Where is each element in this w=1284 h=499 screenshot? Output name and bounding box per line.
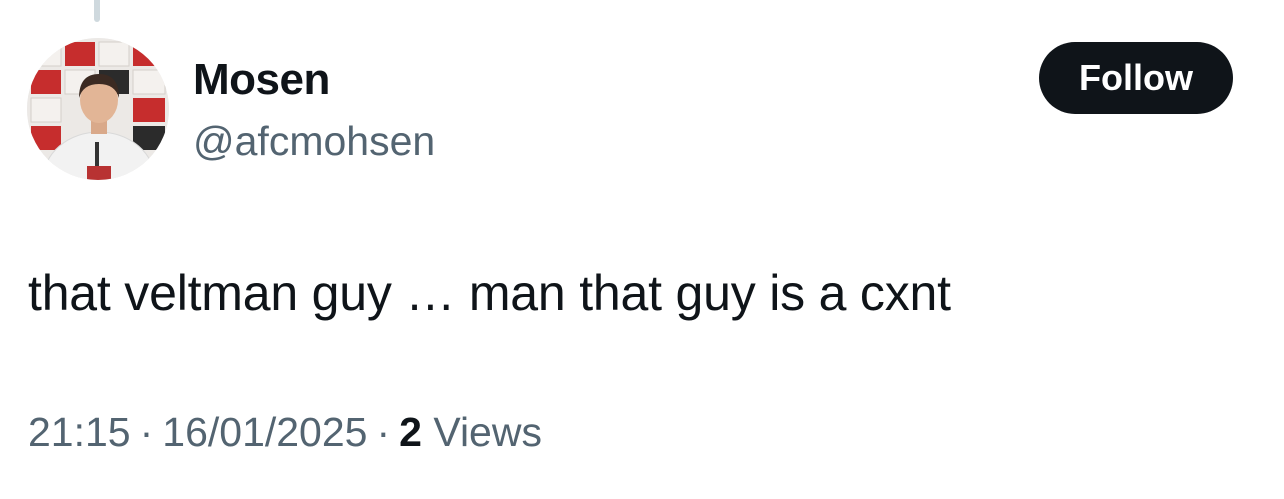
profile-photo-icon bbox=[27, 38, 169, 180]
tweet-meta: 21:15 · 16/01/2025 · 2 Views bbox=[28, 404, 542, 460]
meta-separator: · bbox=[139, 409, 154, 455]
tweet-date[interactable]: 16/01/2025 bbox=[162, 409, 367, 455]
tweet-time[interactable]: 21:15 bbox=[28, 409, 131, 455]
follow-button[interactable]: Follow bbox=[1039, 42, 1233, 114]
views-count: 2 bbox=[399, 409, 422, 455]
tweet-text: that veltman guy … man that guy is a cxn… bbox=[28, 265, 951, 321]
thread-connector-line bbox=[94, 0, 100, 22]
views-label: Views bbox=[433, 409, 542, 455]
author-handle[interactable]: @afcmohsen bbox=[193, 113, 435, 169]
author-display-name[interactable]: Mosen bbox=[193, 52, 330, 108]
avatar[interactable] bbox=[27, 38, 169, 180]
meta-separator: · bbox=[376, 409, 391, 455]
